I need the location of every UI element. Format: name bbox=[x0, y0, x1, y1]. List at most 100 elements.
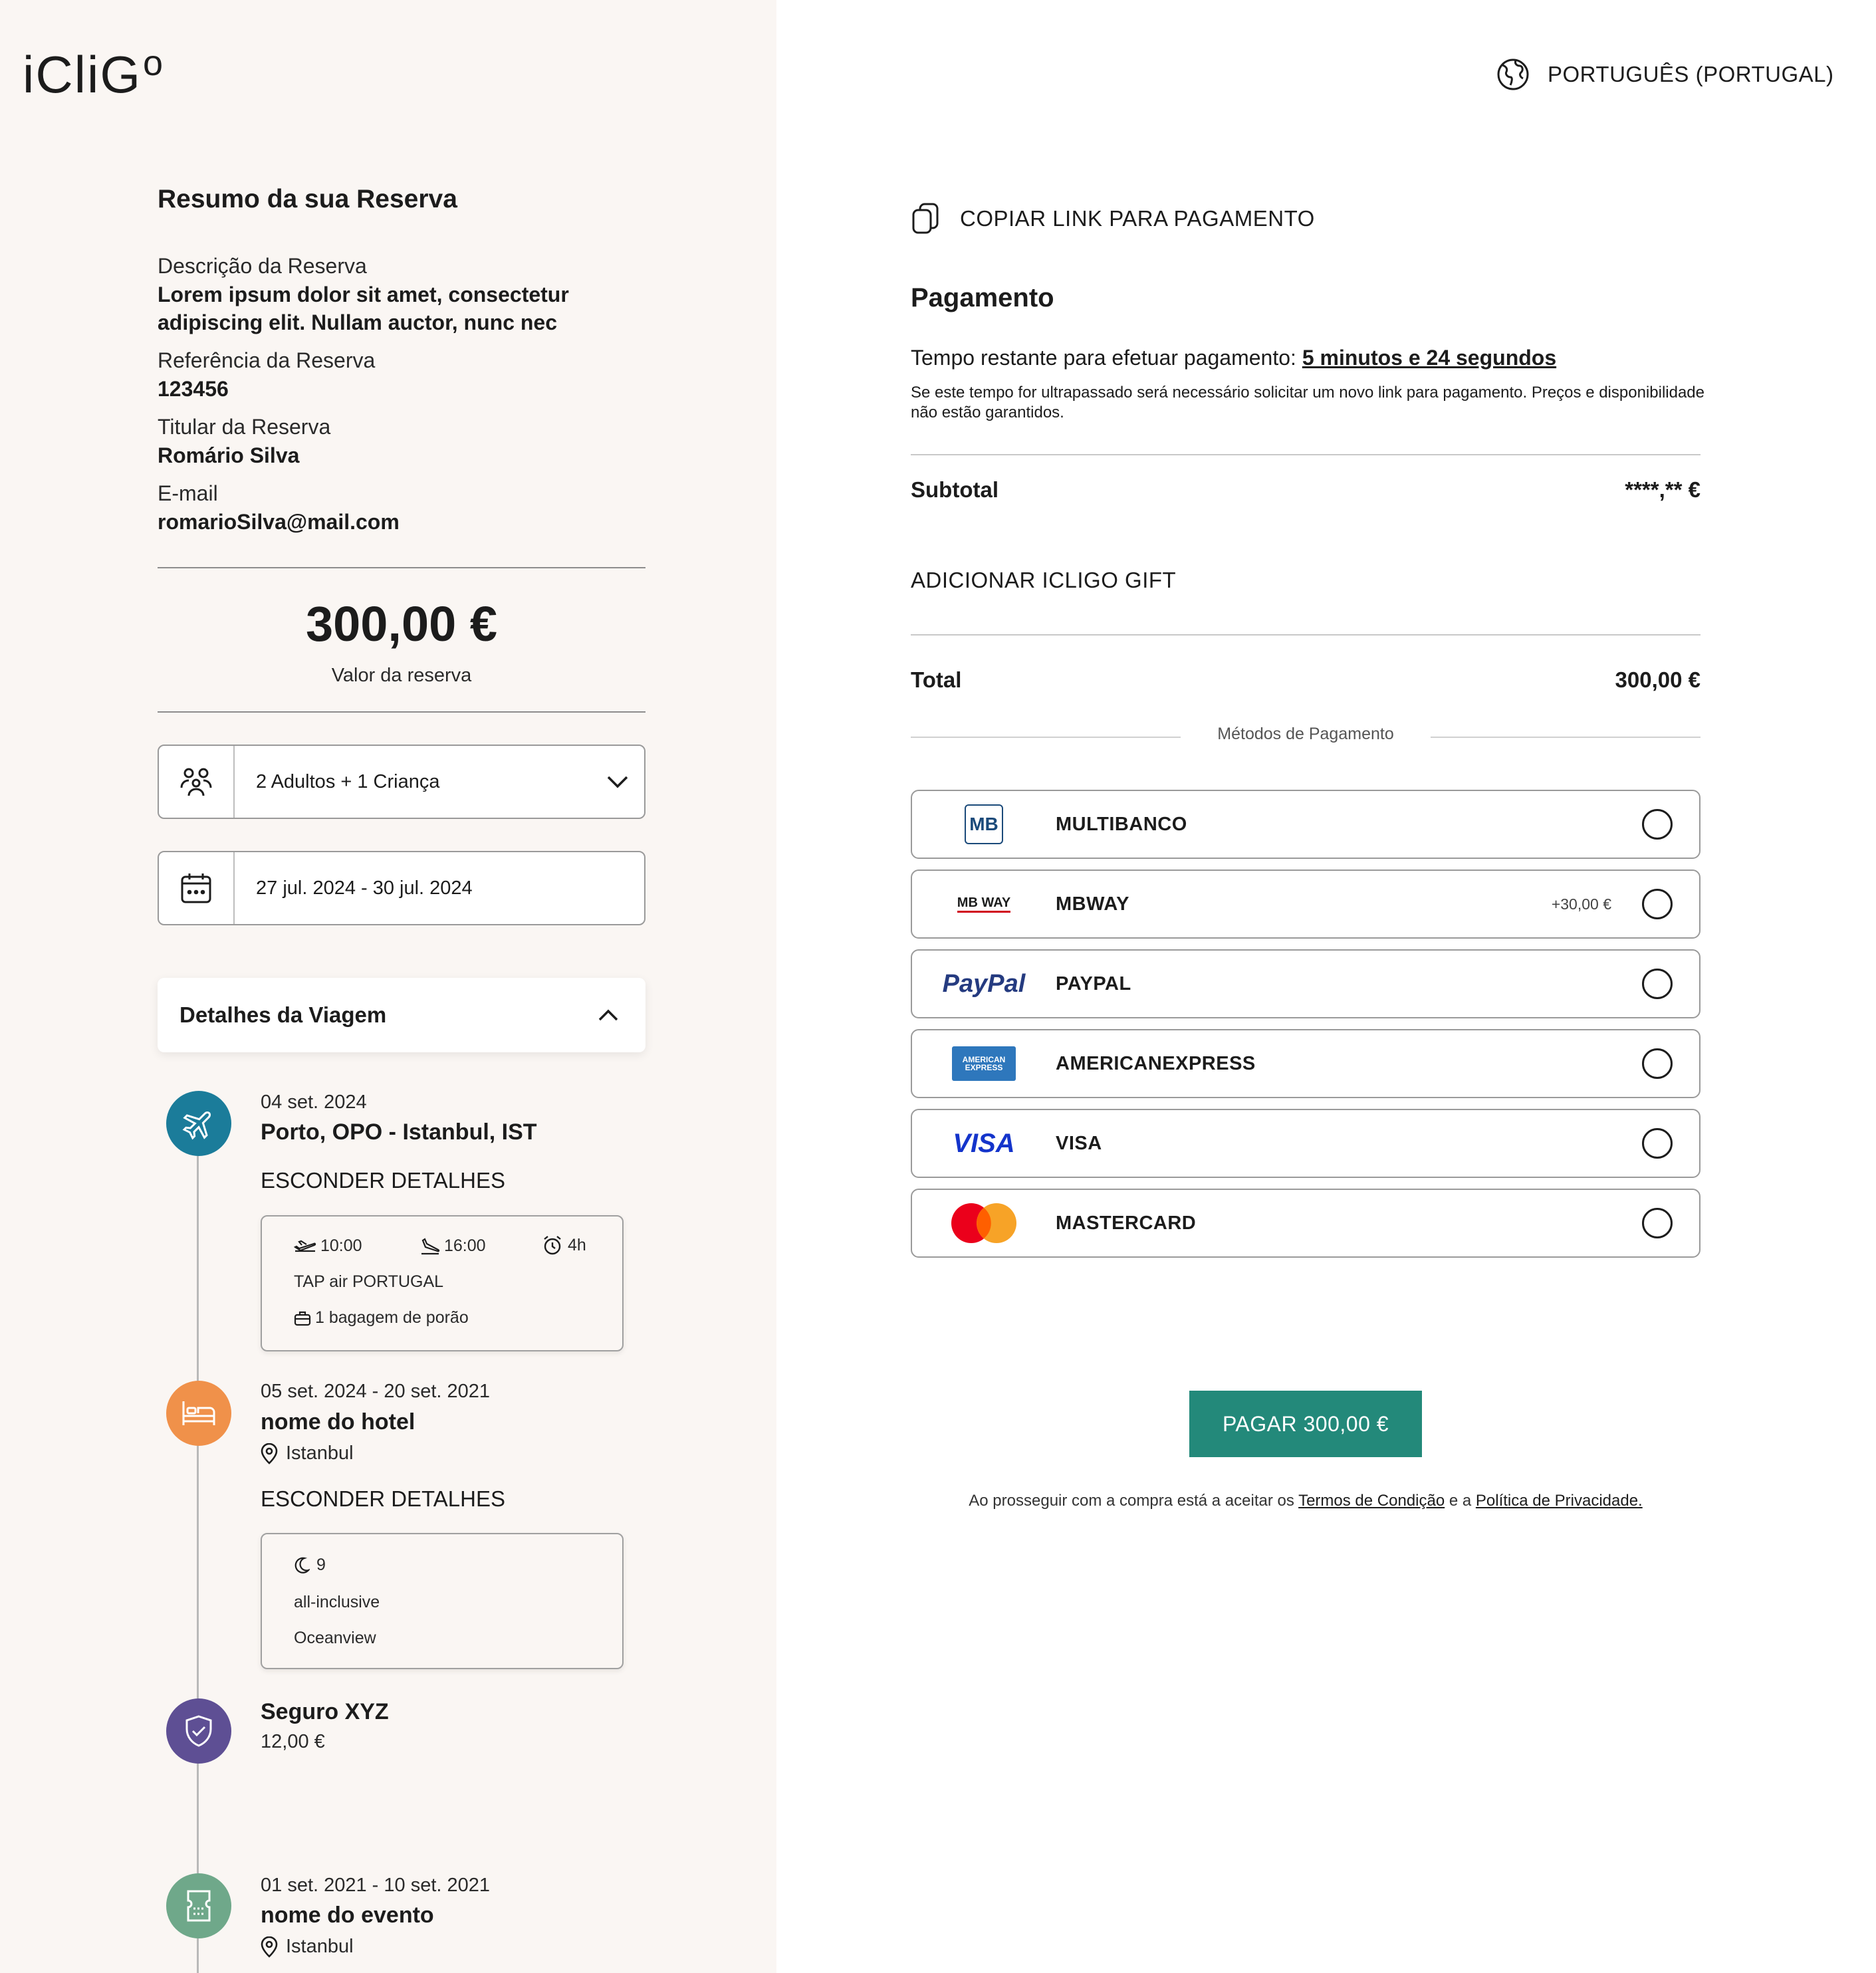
chevron-down-icon bbox=[591, 775, 644, 788]
payment-methods-label: Métodos de Pagamento bbox=[1181, 725, 1431, 744]
suitcase-icon bbox=[294, 1311, 311, 1326]
flight-departure: 10:00 bbox=[294, 1236, 362, 1256]
privacy-link[interactable]: Política de Privacidade. bbox=[1476, 1492, 1643, 1510]
location-pin-icon bbox=[261, 1443, 278, 1464]
brand-logo[interactable]: iCliGo bbox=[23, 43, 164, 105]
reference-value: 123456 bbox=[158, 377, 229, 401]
hotel-bed-icon bbox=[166, 1381, 231, 1446]
dates-field[interactable]: 27 jul. 2024 - 30 jul. 2024 bbox=[158, 851, 645, 925]
flight-route: Porto, OPO - Istanbul, IST bbox=[261, 1119, 537, 1145]
visa-logo: VISA bbox=[953, 1128, 1015, 1158]
booking-price-label: Valor da reserva bbox=[331, 665, 472, 686]
subtotal-value: ****,** € bbox=[1625, 477, 1700, 502]
payment-method-paypal[interactable]: PayPal PAYPAL bbox=[911, 949, 1700, 1018]
trip-details-title: Detalhes da Viagem bbox=[179, 1002, 387, 1027]
alarm-clock-icon bbox=[544, 1236, 561, 1255]
language-selector[interactable]: PORTUGUÊS (PORTUGAL) bbox=[1496, 57, 1834, 92]
description-label: Descrição da Reserva bbox=[158, 254, 367, 278]
payment-method-visa[interactable]: VISA VISA bbox=[911, 1109, 1700, 1178]
terms-link[interactable]: Termos de Condição bbox=[1298, 1492, 1445, 1510]
hotel-room: Oceanview bbox=[294, 1629, 376, 1647]
method-name: PAYPAL bbox=[1056, 973, 1131, 994]
flight-hide-details-link[interactable]: ESCONDER DETALHES bbox=[261, 1168, 505, 1193]
location-pin-icon bbox=[261, 1936, 278, 1958]
email-value: romarioSilva@mail.com bbox=[158, 510, 400, 534]
description-value-line2: adipiscing elit. Nullam auctor, nunc nec bbox=[158, 310, 558, 334]
terms-text: Ao prosseguir com a compra está a aceita… bbox=[969, 1492, 1643, 1510]
guests-select[interactable]: 2 Adultos + 1 Criança bbox=[158, 745, 645, 819]
payment-method-mbway[interactable]: MB WAY MBWAY +30,00 € bbox=[911, 870, 1700, 939]
time-remaining-value: 5 minutos e 24 segundos bbox=[1302, 346, 1557, 370]
holder-label: Titular da Reserva bbox=[158, 415, 331, 439]
ticket-icon bbox=[166, 1873, 231, 1938]
pay-button[interactable]: PAGAR 300,00 € bbox=[1189, 1391, 1422, 1457]
flight-baggage: 1 bagagem de porão bbox=[294, 1308, 469, 1328]
payment-method-amex[interactable]: AMERICAN EXPRESS AMERICANEXPRESS bbox=[911, 1029, 1700, 1098]
payment-method-multibanco[interactable]: MB MULTIBANCO bbox=[911, 790, 1700, 859]
radio-button[interactable] bbox=[1642, 1048, 1673, 1079]
takeoff-icon bbox=[294, 1240, 316, 1252]
flight-airline: TAP air PORTUGAL bbox=[294, 1272, 444, 1291]
hotel-location: Istanbul bbox=[261, 1443, 354, 1464]
subtotal-label: Subtotal bbox=[911, 477, 998, 502]
add-gift-button[interactable]: ADICIONAR ICLIGO GIFT bbox=[911, 568, 1176, 593]
event-location: Istanbul bbox=[261, 1936, 354, 1958]
method-name: MULTIBANCO bbox=[1056, 813, 1187, 835]
hotel-board: all-inclusive bbox=[294, 1593, 380, 1611]
reference-label: Referência da Reserva bbox=[158, 348, 376, 372]
payment-title: Pagamento bbox=[911, 283, 1054, 312]
multibanco-logo: MB bbox=[912, 804, 1056, 844]
description-value-line1: Lorem ipsum dolor sit amet, consectetur bbox=[158, 283, 569, 306]
total-label: Total bbox=[911, 667, 962, 692]
radio-button[interactable] bbox=[1642, 889, 1673, 919]
booking-price: 300,00 € bbox=[305, 596, 498, 651]
method-name: MASTERCARD bbox=[1056, 1212, 1197, 1234]
total-value: 300,00 € bbox=[1615, 667, 1700, 692]
summary-divider bbox=[158, 567, 645, 568]
guests-value: 2 Adultos + 1 Criança bbox=[256, 770, 440, 792]
method-fee: +30,00 € bbox=[1551, 895, 1611, 913]
landing-icon bbox=[421, 1237, 440, 1254]
radio-button[interactable] bbox=[1642, 1128, 1673, 1159]
globe-icon bbox=[1497, 58, 1529, 90]
summary-title: Resumo da sua Reserva bbox=[158, 185, 457, 213]
amex-logo: AMERICAN EXPRESS bbox=[912, 1046, 1056, 1081]
trip-details-toggle[interactable]: Detalhes da Viagem bbox=[158, 978, 645, 1052]
event-name: nome do evento bbox=[261, 1903, 434, 1928]
copy-icon bbox=[912, 203, 939, 234]
hotel-details-card: 9 all-inclusive Oceanview bbox=[261, 1533, 624, 1669]
divider bbox=[911, 634, 1700, 636]
insurance-name: Seguro XYZ bbox=[261, 1699, 389, 1724]
people-icon bbox=[159, 746, 235, 818]
method-name: MBWAY bbox=[1056, 893, 1129, 915]
email-label: E-mail bbox=[158, 481, 218, 505]
event-dates: 01 set. 2021 - 10 set. 2021 bbox=[261, 1875, 491, 1896]
radio-button[interactable] bbox=[1642, 809, 1673, 840]
hotel-hide-details-link[interactable]: ESCONDER DETALHES bbox=[261, 1486, 505, 1512]
moon-icon bbox=[294, 1557, 310, 1573]
chevron-up-icon bbox=[598, 1009, 618, 1021]
shield-check-icon bbox=[166, 1698, 231, 1764]
radio-button[interactable] bbox=[1642, 969, 1673, 999]
calendar-icon bbox=[159, 852, 235, 924]
timeline-line bbox=[197, 1123, 199, 1973]
dates-value: 27 jul. 2024 - 30 jul. 2024 bbox=[256, 877, 473, 899]
mastercard-icon bbox=[912, 1203, 1056, 1244]
hotel-name: nome do hotel bbox=[261, 1409, 415, 1435]
method-name: AMERICANEXPRESS bbox=[1056, 1052, 1256, 1074]
time-note: Se este tempo for ultrapassado será nece… bbox=[911, 384, 1704, 421]
paypal-logo: PayPal bbox=[942, 969, 1026, 998]
time-remaining: Tempo restante para efetuar pagamento: 5… bbox=[911, 346, 1557, 370]
copy-payment-link-button[interactable]: COPIAR LINK PARA PAGAMENTO bbox=[911, 202, 1315, 235]
flight-date: 04 set. 2024 bbox=[261, 1092, 367, 1113]
flight-duration: 4h bbox=[542, 1235, 586, 1255]
method-name: VISA bbox=[1056, 1132, 1102, 1154]
hotel-nights: 9 bbox=[294, 1556, 326, 1575]
flight-details-card: 10:00 16:00 4h TAP air PORTUGAL 1 bagage… bbox=[261, 1215, 624, 1351]
payment-method-mastercard[interactable]: MASTERCARD bbox=[911, 1189, 1700, 1258]
holder-value: Romário Silva bbox=[158, 443, 300, 467]
divider bbox=[911, 454, 1700, 455]
price-divider bbox=[158, 711, 645, 713]
radio-button[interactable] bbox=[1642, 1208, 1673, 1238]
flight-icon bbox=[166, 1091, 231, 1156]
